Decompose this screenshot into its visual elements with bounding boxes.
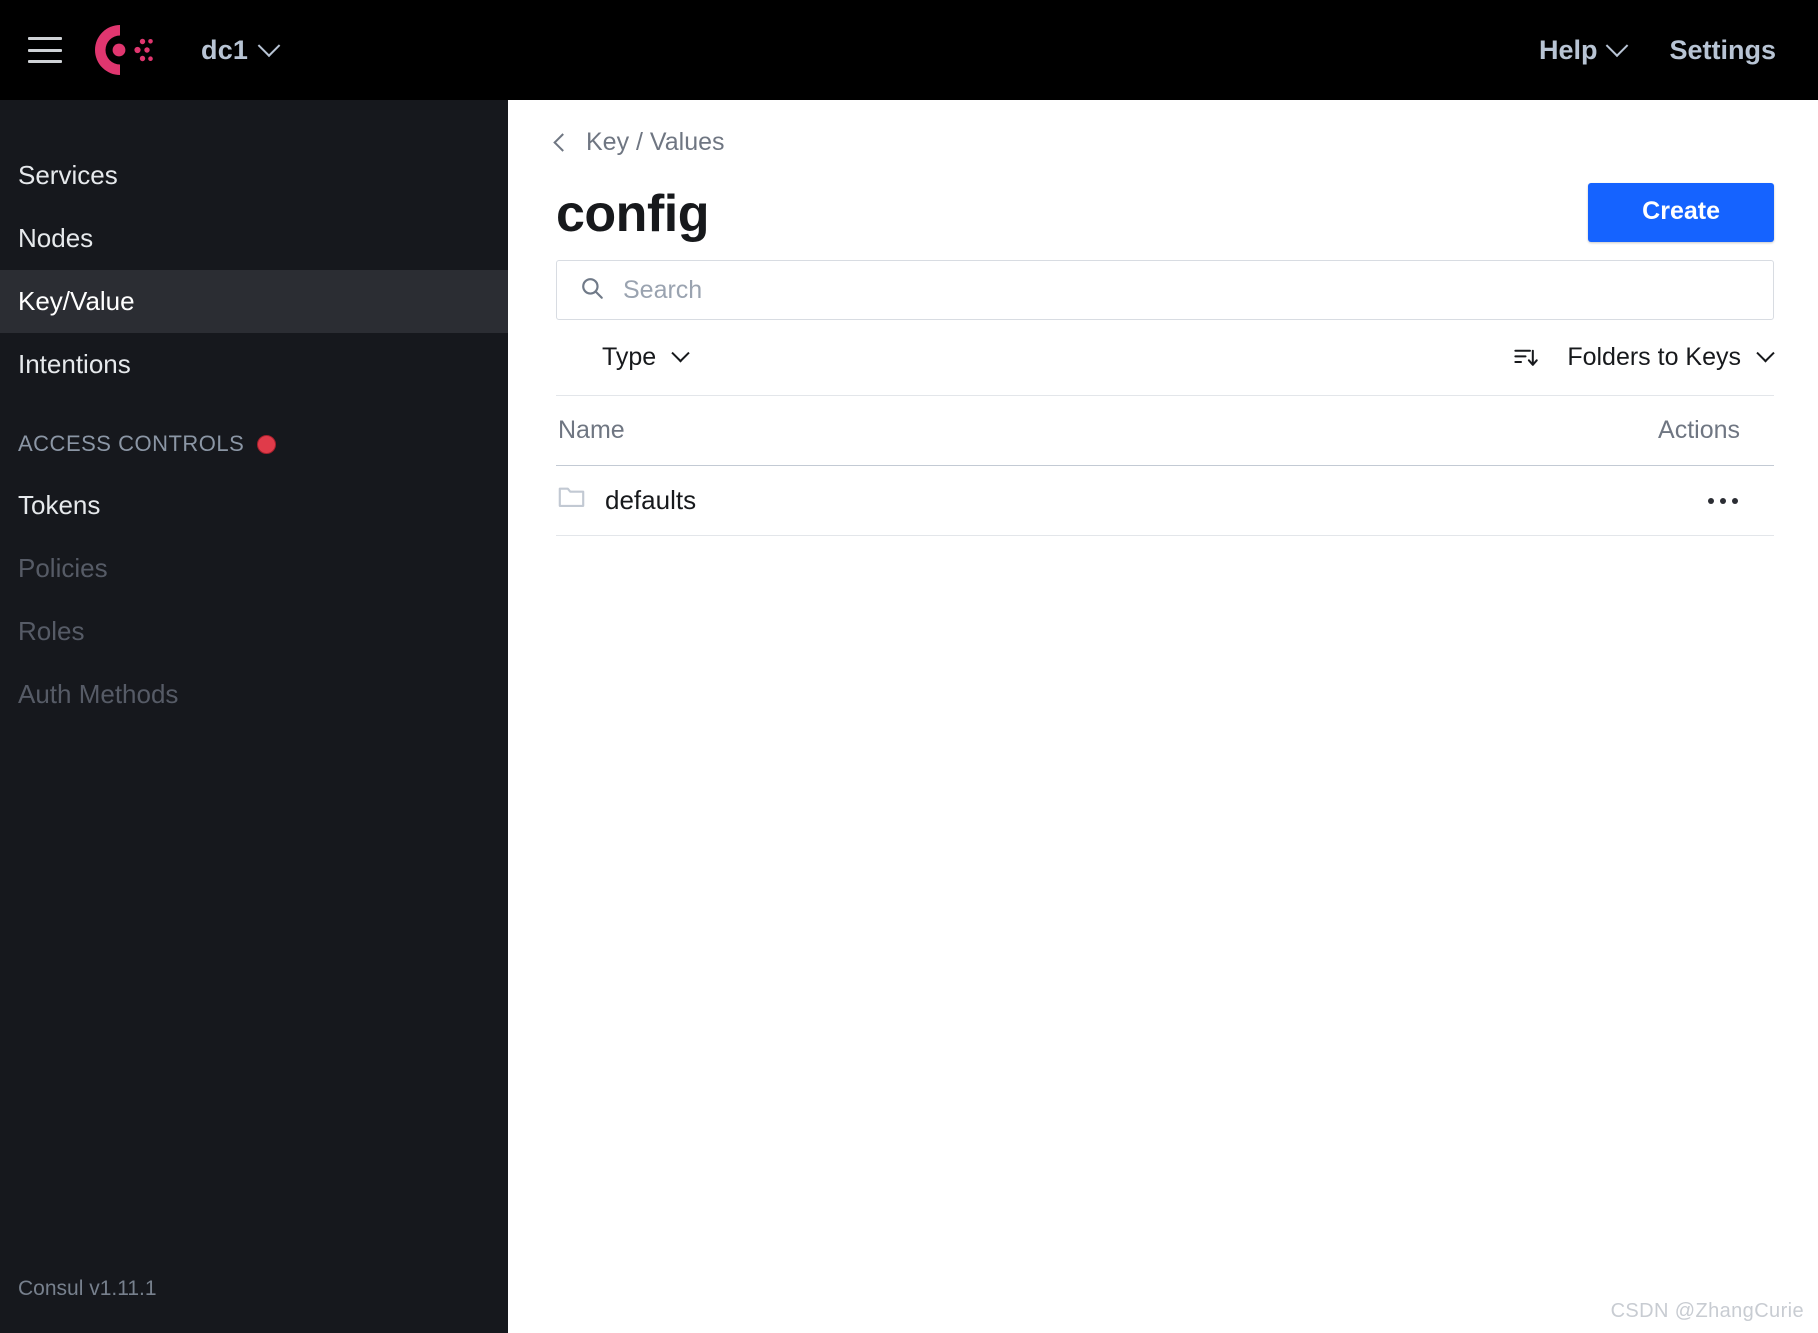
- sidebar-item-label: Policies: [18, 553, 108, 583]
- sidebar-group-access-controls: ACCESS CONTROLS: [0, 414, 508, 474]
- hamburger-menu-icon[interactable]: [28, 37, 62, 63]
- sidebar-item-auth-methods[interactable]: Auth Methods: [0, 663, 508, 726]
- top-navigation-bar: dc1 Help Settings: [0, 0, 1818, 100]
- sidebar-item-roles[interactable]: Roles: [0, 600, 508, 663]
- help-menu[interactable]: Help: [1538, 34, 1629, 66]
- column-header-actions: Actions: [1658, 416, 1740, 444]
- consul-logo-icon[interactable]: [92, 19, 154, 81]
- sidebar-item-key-value[interactable]: Key/Value: [0, 270, 512, 333]
- help-label: Help: [1538, 34, 1598, 65]
- sidebar-item-intentions[interactable]: Intentions: [0, 333, 508, 396]
- consul-version-label: Consul v1.11.1: [18, 1277, 157, 1300]
- sidebar-item-tokens[interactable]: Tokens: [0, 474, 508, 537]
- folder-icon: [558, 485, 585, 516]
- more-dot: [1732, 497, 1738, 504]
- top-navigation-right: Help Settings: [1538, 34, 1776, 66]
- settings-label: Settings: [1669, 34, 1776, 65]
- row-name-cell: defaults: [558, 485, 696, 516]
- hamburger-line: [28, 37, 62, 40]
- datacenter-label: dc1: [201, 34, 249, 65]
- sidebar-item-label: Key/Value: [18, 286, 135, 316]
- filter-toolbar: Type Folders to Keys: [556, 320, 1775, 396]
- hamburger-line: [28, 48, 62, 52]
- breadcrumb-label: Key / Values: [586, 128, 725, 156]
- sidebar-group-label: ACCESS CONTROLS: [18, 431, 245, 456]
- row-name-label: defaults: [605, 485, 697, 515]
- sidebar-item-label: Services: [18, 160, 118, 190]
- sidebar: Services Nodes Key/Value Intentions ACCE…: [0, 100, 512, 1333]
- create-button[interactable]: Create: [1588, 183, 1774, 242]
- chevron-left-icon: [553, 133, 572, 152]
- sort-order-dropdown[interactable]: Folders to Keys: [1567, 343, 1775, 372]
- search-input[interactable]: [623, 275, 1773, 305]
- chevron-down-icon: [1756, 344, 1775, 363]
- settings-link[interactable]: Settings: [1669, 35, 1776, 66]
- search-bar[interactable]: [556, 260, 1774, 320]
- table-header: Name Actions: [556, 396, 1774, 466]
- page-title: config: [556, 185, 709, 244]
- search-icon: [579, 275, 605, 306]
- chevron-down-icon: [1606, 34, 1629, 58]
- sidebar-item-label: Auth Methods: [18, 679, 179, 709]
- more-horizontal-icon[interactable]: [1702, 488, 1744, 514]
- page-title-row: config Create: [556, 183, 1774, 246]
- chevron-down-icon: [257, 34, 281, 58]
- sidebar-item-services[interactable]: Services: [0, 144, 508, 207]
- more-dot: [1708, 497, 1714, 504]
- sidebar-item-label: Nodes: [18, 223, 94, 253]
- watermark: CSDN @ZhangCurie: [1610, 1300, 1804, 1322]
- more-dot: [1720, 497, 1726, 504]
- sidebar-item-policies[interactable]: Policies: [0, 537, 508, 600]
- column-header-name: Name: [558, 416, 625, 444]
- hamburger-line: [28, 60, 62, 63]
- sidebar-item-label: Intentions: [18, 349, 131, 379]
- sidebar-item-nodes[interactable]: Nodes: [0, 207, 508, 270]
- datacenter-selector[interactable]: dc1: [201, 34, 281, 66]
- sidebar-item-label: Tokens: [18, 490, 101, 520]
- chevron-down-icon: [671, 344, 690, 363]
- filter-right-group: Folders to Keys: [1512, 343, 1775, 372]
- sort-descending-icon[interactable]: [1512, 344, 1539, 371]
- filter-left-group: Type: [602, 343, 690, 372]
- table-row[interactable]: defaults: [556, 466, 1774, 536]
- sidebar-item-label: Roles: [18, 616, 85, 646]
- sidebar-main-items: Services Nodes Key/Value Intentions ACCE…: [0, 100, 512, 726]
- type-filter-dropdown[interactable]: Type: [602, 343, 690, 372]
- sort-order-label: Folders to Keys: [1567, 343, 1741, 371]
- type-filter-label: Type: [602, 343, 657, 371]
- red-dot-badge: [257, 434, 277, 454]
- consul-ui-window: dc1 Help Settings Services Nodes Key/Val…: [0, 0, 1818, 1333]
- main-content: Key / Values config Create Type: [508, 100, 1818, 1333]
- breadcrumb[interactable]: Key / Values: [553, 128, 725, 157]
